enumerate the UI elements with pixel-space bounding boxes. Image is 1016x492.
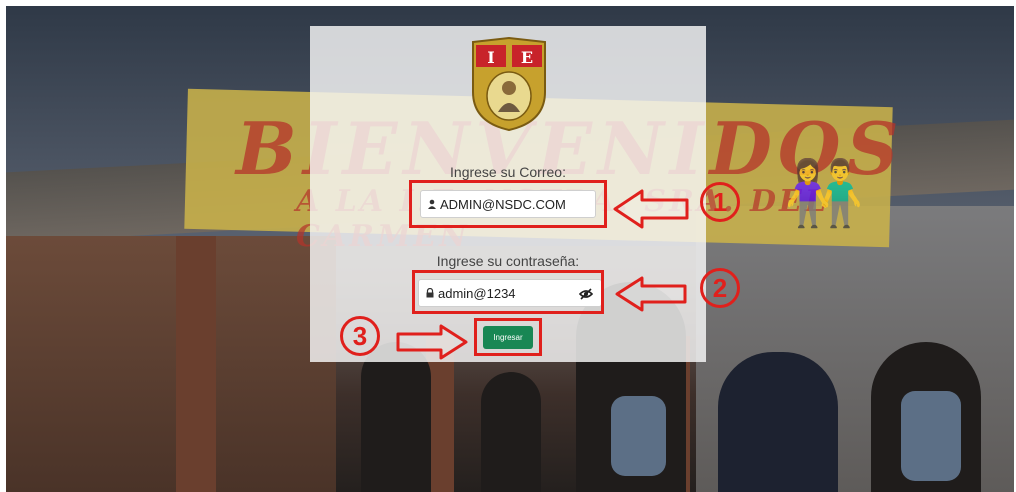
backpack — [611, 396, 666, 476]
arrow-right-icon — [396, 324, 468, 360]
annotation-box-submit — [474, 318, 542, 356]
step-marker-3: 3 — [340, 316, 380, 356]
arrow-left-icon — [613, 189, 689, 229]
crest-letter-e: E — [521, 48, 533, 67]
step-marker-1: 1 — [700, 182, 740, 222]
crest-letter-i: I — [487, 48, 494, 67]
student-silhouette — [361, 342, 431, 492]
background-column — [176, 236, 216, 492]
annotation-box-email — [409, 180, 607, 228]
student-silhouette — [481, 372, 541, 492]
background-building-left — [6, 236, 336, 492]
backpack — [901, 391, 961, 481]
annotation-box-password — [412, 270, 604, 314]
step-marker-2: 2 — [700, 268, 740, 308]
student-silhouette — [718, 352, 838, 492]
email-label: Ingrese su Correo: — [450, 164, 566, 180]
school-crest-logo: I E — [472, 36, 546, 132]
children-figure-icon: 👫 — [784, 157, 864, 231]
arrow-left-icon — [615, 276, 687, 312]
password-label: Ingrese su contraseña: — [436, 253, 580, 269]
